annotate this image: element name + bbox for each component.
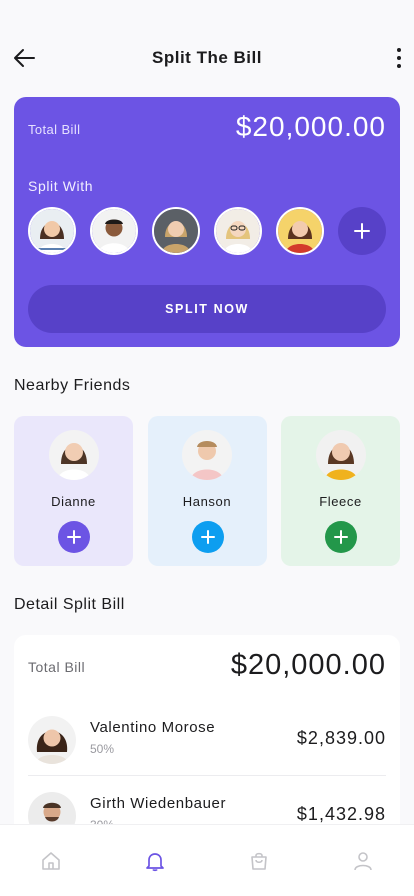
page-title: Split The Bill: [152, 48, 262, 67]
total-bill-amount: $20,000.00: [235, 111, 386, 142]
friend-card-hanson[interactable]: Hanson: [147, 416, 267, 566]
friend-name: Fleece: [319, 494, 362, 509]
total-bill-amount: $20,000.00: [230, 649, 386, 681]
avatar[interactable]: [276, 207, 324, 255]
friend-card-fleece[interactable]: Fleece: [281, 416, 400, 566]
avatar: [182, 430, 232, 480]
detail-split-bill-title: Detail Split Bill: [14, 596, 125, 613]
split-amount: $2,839.00: [296, 728, 386, 748]
add-friend-button[interactable]: [325, 521, 357, 553]
avatar[interactable]: [152, 207, 200, 255]
add-split-person-button[interactable]: [338, 207, 386, 255]
tab-home[interactable]: [39, 849, 63, 873]
split-with-label: Split With: [28, 178, 94, 194]
header: Split The Bill: [0, 38, 414, 78]
more-vertical-icon-dot: [397, 56, 401, 60]
avatar: [48, 430, 99, 480]
list-item[interactable]: Valentino Morose 50% $2,839.00: [28, 712, 386, 768]
split-with-avatars: [28, 207, 386, 255]
tab-cart[interactable]: [247, 849, 271, 873]
bottom-tab-bar: [0, 824, 414, 896]
more-vertical-icon-dot: [397, 64, 401, 68]
friend-name: Hanson: [182, 494, 232, 509]
plus-icon: [354, 223, 370, 239]
plus-icon: [200, 530, 215, 544]
nearby-friends-list: Dianne Hanson Fleece: [14, 416, 400, 566]
person-name: Girth Wiedenbauer: [90, 795, 227, 812]
nearby-friends-title: Nearby Friends: [14, 377, 131, 394]
avatar: [28, 716, 76, 764]
divider: [28, 775, 386, 776]
tab-notifications[interactable]: [143, 849, 167, 873]
friend-name: Dianne: [51, 494, 96, 509]
split-now-button[interactable]: SPLIT NOW: [28, 285, 386, 333]
more-options-button[interactable]: [392, 44, 406, 72]
avatar[interactable]: [214, 207, 262, 255]
profile-icon: [354, 852, 372, 871]
tab-profile[interactable]: [351, 849, 375, 873]
split-percentage: 50%: [90, 742, 115, 756]
total-bill-label: Total Bill: [28, 659, 86, 675]
avatar: [315, 430, 366, 480]
more-vertical-icon: [397, 48, 401, 52]
total-bill-card: Total Bill $20,000.00 Split With SPLIT N…: [14, 97, 400, 347]
add-friend-button[interactable]: [58, 521, 90, 553]
avatar[interactable]: [90, 207, 138, 255]
avatar[interactable]: [28, 207, 76, 255]
add-friend-button[interactable]: [191, 521, 224, 553]
split-amount: $1,432.98: [296, 804, 386, 824]
friend-card-dianne[interactable]: Dianne: [14, 416, 133, 566]
home-icon: [42, 852, 60, 870]
person-name: Valentino Morose: [90, 719, 216, 736]
bag-icon: [251, 852, 267, 870]
plus-icon: [334, 530, 348, 544]
plus-icon: [67, 530, 81, 544]
total-bill-label: Total Bill: [28, 122, 81, 137]
bell-icon: [146, 853, 164, 872]
